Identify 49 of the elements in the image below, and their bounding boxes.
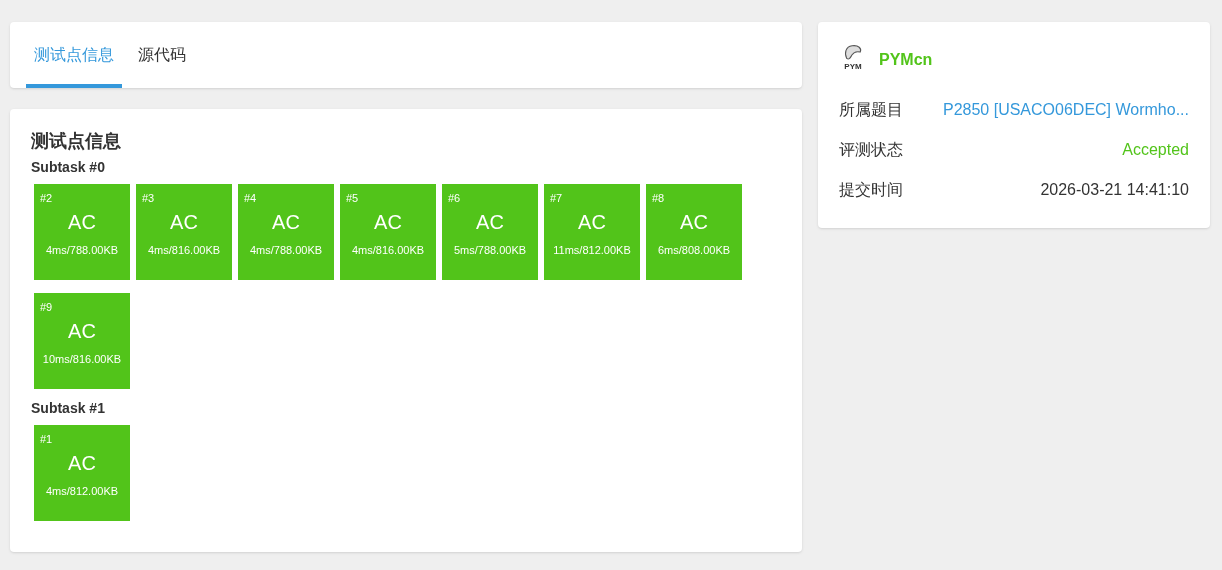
testcase-card[interactable]: #7 AC 11ms/812.00KB <box>544 184 640 280</box>
result-label: AC <box>68 319 96 343</box>
testcase-number: #8 <box>652 191 665 206</box>
avatar-caption: PYM <box>844 62 862 71</box>
testcase-card[interactable]: #5 AC 4ms/816.00KB <box>340 184 436 280</box>
testcase-card[interactable]: #1 AC 4ms/812.00KB <box>34 425 130 521</box>
testcase-card[interactable]: #3 AC 4ms/816.00KB <box>136 184 232 280</box>
time-memory: 10ms/816.00KB <box>42 352 122 367</box>
time-memory: 4ms/812.00KB <box>45 484 119 499</box>
result-label: AC <box>680 210 708 234</box>
time-memory: 5ms/788.00KB <box>453 243 527 258</box>
status-value: Accepted <box>1122 140 1189 160</box>
time-memory: 4ms/788.00KB <box>249 243 323 258</box>
section-title: 测试点信息 <box>31 130 122 153</box>
time-memory: 4ms/816.00KB <box>351 243 425 258</box>
testcase-number: #6 <box>448 191 461 206</box>
subtask-title: Subtask #1 <box>31 399 106 418</box>
result-label: AC <box>68 210 96 234</box>
testcase-card[interactable]: #8 AC 6ms/808.00KB <box>646 184 742 280</box>
info-label: 所属题目 <box>839 100 903 120</box>
testcase-number: #1 <box>40 432 53 447</box>
testcase-card[interactable]: #9 AC 10ms/816.00KB <box>34 293 130 389</box>
testcase-card[interactable]: #2 AC 4ms/788.00KB <box>34 184 130 280</box>
testcase-card[interactable]: #4 AC 4ms/788.00KB <box>238 184 334 280</box>
info-label: 提交时间 <box>839 180 903 200</box>
result-label: AC <box>374 210 402 234</box>
tab[interactable]: 源代码 <box>126 22 198 88</box>
testcase-number: #2 <box>40 191 53 206</box>
time-memory: 4ms/788.00KB <box>45 243 119 258</box>
tab[interactable]: 测试点信息 <box>26 22 122 88</box>
time-memory: 4ms/816.00KB <box>147 243 221 258</box>
testcase-card[interactable]: #6 AC 5ms/788.00KB <box>442 184 538 280</box>
submit-time: 2026-03-21 14:41:10 <box>1040 180 1189 200</box>
testcase-number: #5 <box>346 191 359 206</box>
testcase-number: #9 <box>40 300 53 315</box>
result-label: AC <box>578 210 606 234</box>
result-label: AC <box>272 210 300 234</box>
subtask-title: Subtask #0 <box>31 158 106 177</box>
testcase-number: #7 <box>550 191 563 206</box>
time-memory: 11ms/812.00KB <box>553 243 631 258</box>
time-memory: 6ms/808.00KB <box>657 243 731 258</box>
result-label: AC <box>170 210 198 234</box>
testcase-number: #3 <box>142 191 155 206</box>
info-label: 评测状态 <box>839 140 903 160</box>
problem-link[interactable]: P2850 [USACO06DEC] Wormho... <box>942 98 1189 122</box>
result-label: AC <box>476 210 504 234</box>
username[interactable]: PYMcn <box>879 48 933 72</box>
result-label: AC <box>68 451 96 475</box>
testcase-number: #4 <box>244 191 257 206</box>
